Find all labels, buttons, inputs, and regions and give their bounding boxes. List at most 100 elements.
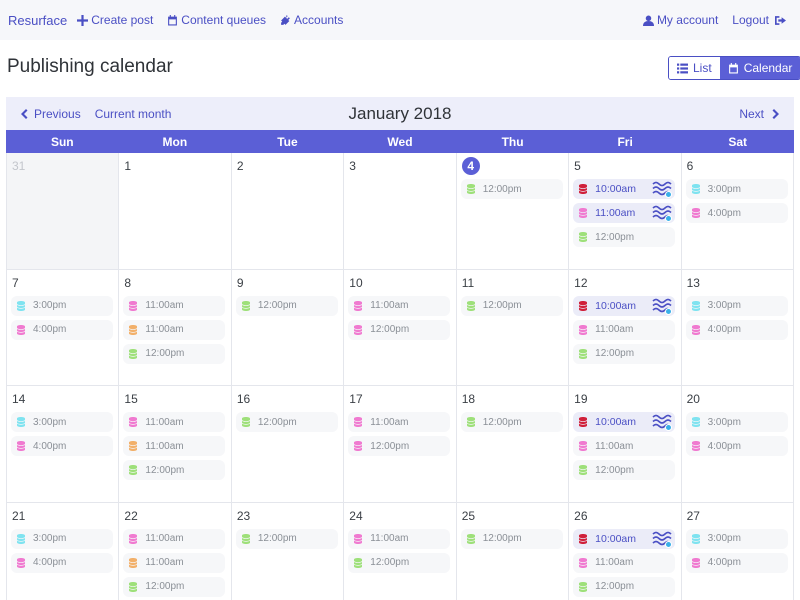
calendar-day[interactable]: 1	[119, 153, 232, 270]
calendar-day[interactable]: 3	[344, 153, 457, 270]
calendar-view-button[interactable]: Calendar	[719, 57, 800, 79]
empty-time-slot[interactable]: 12:00pm	[573, 576, 676, 597]
empty-time-slot[interactable]: 12:00pm	[460, 179, 563, 199]
empty-time-slot[interactable]: 11:00am	[573, 552, 676, 573]
empty-time-slot[interactable]: 3:00pm	[685, 528, 788, 549]
calendar-day[interactable]: 18 12:00pm	[456, 386, 570, 503]
queue-database-icon	[17, 441, 25, 451]
empty-time-slot[interactable]: 4:00pm	[11, 319, 113, 340]
empty-time-slot[interactable]: 12:00pm	[348, 436, 451, 456]
next-month-button[interactable]: Next	[739, 107, 780, 121]
scheduled-post-slot[interactable]: 10:00am	[573, 295, 676, 316]
slot-time: 12:00pm	[257, 416, 297, 428]
empty-time-slot[interactable]: 12:00pm	[460, 528, 563, 549]
empty-time-slot[interactable]: 12:00pm	[123, 460, 226, 480]
empty-time-slot[interactable]: 3:00pm	[11, 412, 113, 432]
empty-time-slot[interactable]: 11:00am	[123, 552, 226, 573]
empty-time-slot[interactable]: 11:00am	[123, 295, 226, 316]
logout-link[interactable]: Logout	[732, 13, 786, 27]
calendar-day[interactable]: 4 12:00pm	[456, 153, 570, 270]
empty-time-slot[interactable]: 12:00pm	[460, 295, 563, 316]
empty-time-slot[interactable]: 11:00am	[123, 436, 226, 456]
calendar-day[interactable]: 16 12:00pm	[231, 386, 345, 503]
empty-time-slot[interactable]: 11:00am	[123, 412, 226, 432]
calendar-day[interactable]: 14 3:00pm 4:00pm	[7, 386, 120, 503]
calendar-day[interactable]: 10 11:00am 12:00pm	[344, 269, 457, 386]
empty-time-slot[interactable]: 12:00pm	[235, 412, 338, 432]
calendar-day[interactable]: 6 3:00pm 4:00pm	[681, 153, 794, 270]
calendar-day[interactable]: 8 11:00am 11:00am 12:00pm	[119, 269, 232, 386]
calendar-day[interactable]: 22 11:00am 11:00am 12:00pm	[119, 502, 232, 600]
calendar-day[interactable]: 23 12:00pm	[232, 502, 345, 600]
empty-time-slot[interactable]: 11:00am	[123, 319, 226, 340]
content-queues-link[interactable]: Content queues	[167, 13, 266, 27]
empty-time-slot[interactable]: 12:00pm	[573, 343, 676, 364]
resurface-waves-icon	[652, 531, 673, 548]
accounts-link[interactable]: Accounts	[280, 13, 343, 27]
calendar-day[interactable]: 26 10:00am 11:00am 12:00pm	[569, 502, 682, 600]
empty-time-slot[interactable]: 11:00am	[573, 436, 676, 456]
calendar-day[interactable]: 24 11:00am 12:00pm	[344, 502, 457, 600]
calendar-day[interactable]: 31	[7, 153, 120, 270]
empty-time-slot[interactable]: 11:00am	[573, 319, 676, 340]
calendar-day[interactable]: 5 10:00am 11:00am 12:00pm	[569, 153, 682, 270]
empty-time-slot[interactable]: 12:00pm	[348, 552, 451, 573]
empty-time-slot[interactable]: 3:00pm	[685, 412, 788, 432]
empty-time-slot[interactable]: 12:00pm	[123, 343, 226, 364]
empty-time-slot[interactable]: 11:00am	[348, 295, 451, 316]
calendar-day[interactable]: 11 12:00pm	[456, 269, 570, 386]
empty-time-slot[interactable]: 12:00pm	[460, 412, 563, 432]
calendar-day[interactable]: 21 3:00pm 4:00pm	[7, 502, 120, 600]
empty-time-slot[interactable]: 3:00pm	[11, 295, 113, 316]
my-account-link[interactable]: My account	[642, 13, 718, 27]
empty-time-slot[interactable]: 12:00pm	[573, 460, 676, 480]
empty-time-slot[interactable]: 4:00pm	[685, 436, 788, 456]
empty-time-slot[interactable]: 12:00pm	[235, 295, 338, 316]
empty-time-slot[interactable]: 3:00pm	[685, 295, 788, 316]
previous-month-button[interactable]: Previous	[20, 107, 81, 121]
queue-database-icon	[241, 300, 250, 311]
calendar-day[interactable]: 27 3:00pm 4:00pm	[682, 502, 794, 600]
calendar-day[interactable]: 2	[231, 153, 345, 270]
calendar-day[interactable]: 19 10:00am 11:00am 12:00pm	[569, 386, 682, 503]
empty-time-slot[interactable]: 11:00am	[348, 412, 451, 432]
current-month-button[interactable]: Current month	[95, 107, 172, 121]
scheduled-post-slot[interactable]: 11:00am	[573, 203, 676, 223]
list-view-button[interactable]: List	[669, 57, 720, 79]
calendar-day[interactable]: 20 3:00pm 4:00pm	[681, 386, 794, 503]
empty-time-slot[interactable]: 4:00pm	[685, 203, 788, 223]
empty-time-slot[interactable]: 12:00pm	[573, 227, 676, 247]
day-number-label: 21	[12, 508, 26, 523]
scheduled-post-slot[interactable]: 10:00am	[573, 412, 676, 432]
calendar-day[interactable]: 9 12:00pm	[231, 269, 345, 386]
scheduled-post-slot[interactable]: 10:00am	[573, 528, 676, 549]
create-post-link[interactable]: Create post	[77, 13, 153, 27]
empty-time-slot[interactable]: 4:00pm	[685, 552, 788, 573]
day-number: 9	[236, 274, 339, 292]
slot-time: 3:00pm	[33, 533, 67, 544]
chevron-left-icon	[21, 108, 28, 119]
calendar-day[interactable]: 12 10:00am 11:00am 12:00pm	[569, 269, 682, 386]
calendar-day[interactable]: 7 3:00pm 4:00pm	[7, 269, 120, 386]
empty-time-slot[interactable]: 4:00pm	[11, 436, 113, 456]
empty-time-slot[interactable]: 4:00pm	[685, 319, 788, 340]
empty-time-slot[interactable]: 11:00am	[348, 528, 451, 549]
empty-time-slot[interactable]: 3:00pm	[11, 528, 113, 549]
day-number: 27	[686, 507, 789, 525]
scheduled-post-slot[interactable]: 10:00am	[573, 179, 676, 199]
empty-time-slot[interactable]: 4:00pm	[11, 552, 113, 573]
brand-link[interactable]: Resurface	[8, 13, 67, 28]
calendar-day[interactable]: 17 11:00am 12:00pm	[344, 386, 457, 503]
queue-database-icon	[691, 417, 700, 427]
day-number: 2	[236, 157, 339, 175]
calendar-day[interactable]: 25 12:00pm	[457, 502, 570, 600]
empty-time-slot[interactable]: 12:00pm	[348, 319, 451, 340]
empty-time-slot[interactable]: 3:00pm	[685, 179, 788, 199]
empty-time-slot[interactable]: 11:00am	[123, 528, 226, 549]
empty-time-slot[interactable]: 12:00pm	[235, 528, 338, 549]
weekday-sat: Sat	[728, 134, 748, 149]
empty-time-slot[interactable]: 12:00pm	[123, 576, 226, 597]
calendar-day[interactable]: 13 3:00pm 4:00pm	[681, 269, 794, 386]
calendar-day[interactable]: 15 11:00am 11:00am 12:00pm	[119, 386, 232, 503]
slot-time: 4:00pm	[33, 440, 67, 452]
